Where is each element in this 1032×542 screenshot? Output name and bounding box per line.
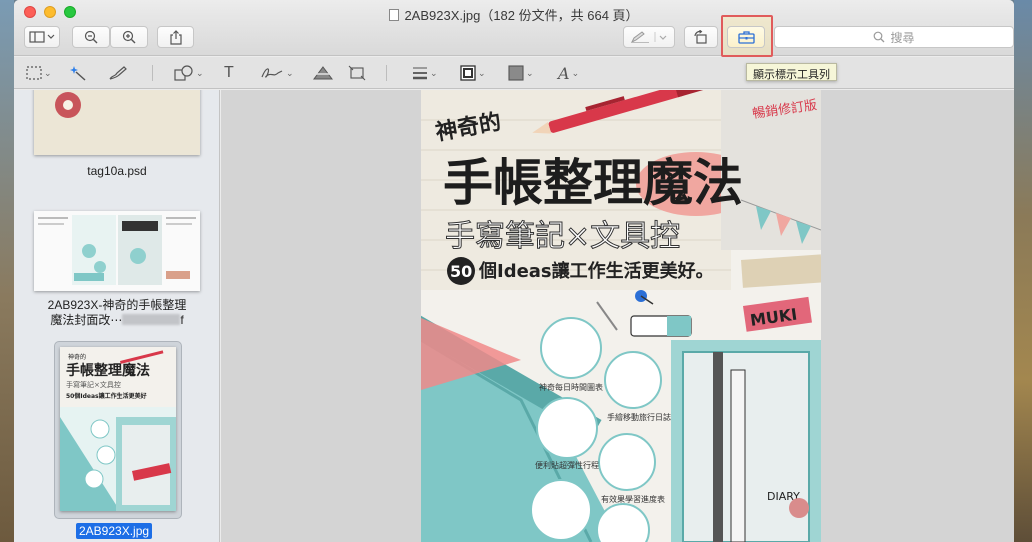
- thumbnail-label-suffix: f: [180, 313, 184, 327]
- text-tool[interactable]: T: [224, 63, 234, 83]
- adjust-color-tool[interactable]: [312, 63, 334, 83]
- shapes-icon: [174, 65, 193, 81]
- border-color-icon: [460, 65, 476, 81]
- text-style-icon: A: [558, 63, 570, 83]
- markup-toolbar: ⌄ ⌄ T ⌄ ⌄ ⌄ ⌄ A ⌄: [14, 57, 1014, 89]
- rotate-button[interactable]: [684, 26, 718, 48]
- sidebar-toggle-button[interactable]: [24, 26, 60, 48]
- cover-tagline: 個Ideas讓工作生活更美好。: [478, 260, 714, 282]
- instant-alpha-icon: [70, 66, 86, 81]
- svg-text:手帳整理魔法: 手帳整理魔法: [66, 362, 150, 379]
- thumbnail-label: 2AB923X-神奇的手帳整理 魔法封面改⋯ f: [14, 298, 219, 328]
- sidebar-icon: [29, 31, 55, 43]
- checklist-item: 手繪移動旅行日誌: [607, 412, 671, 422]
- desktop-background-left: [0, 0, 14, 542]
- window-title: 2AB923X.jpg（182 份文件，共 664 頁）: [404, 8, 639, 23]
- toolbox-icon: [737, 30, 755, 44]
- adjust-size-icon: [348, 65, 366, 81]
- svg-text:神奇的: 神奇的: [68, 353, 86, 361]
- cover-draft-thumbnail-image: [34, 211, 200, 291]
- fill-color-tool[interactable]: ⌄: [508, 63, 534, 83]
- document-icon: [389, 9, 400, 21]
- cover-title: 手帳整理魔法: [443, 154, 743, 212]
- text-style-tool[interactable]: A ⌄: [558, 63, 579, 83]
- instant-alpha-tool[interactable]: [70, 63, 88, 83]
- toolbar-divider: [386, 65, 387, 81]
- show-markup-toolbar-button[interactable]: [727, 26, 765, 48]
- desktop-background-right: [1014, 0, 1032, 542]
- search-placeholder: 搜尋: [890, 30, 915, 45]
- redacted-text: [122, 314, 181, 325]
- selection-icon: [26, 66, 42, 80]
- share-icon: [169, 29, 182, 45]
- svg-text:手寫筆記×文具控: 手寫筆記×文具控: [66, 380, 121, 389]
- thumbnail-label-line2: 魔法封面改⋯: [50, 313, 123, 327]
- zoom-out-button[interactable]: [72, 26, 110, 48]
- pen-icon: [630, 31, 667, 43]
- cover-artwork: 暢銷修訂版 神奇的 手帳整理魔法 手寫筆記×文具控 50 個Ideas讓工作生活…: [421, 90, 821, 542]
- checklist-item: 神奇每日時間圖表: [539, 382, 603, 392]
- thumbnail-2ab923x[interactable]: 神奇的 手帳整理魔法 手寫筆記×文具控 50個Ideas讓工作生活更美好: [60, 347, 176, 511]
- zoom-out-icon: [84, 30, 98, 44]
- sketch-tool[interactable]: [108, 63, 128, 83]
- svg-text:50個Ideas讓工作生活更美好: 50個Ideas讓工作生活更美好: [66, 392, 147, 400]
- zoom-in-button[interactable]: [110, 26, 148, 48]
- sign-tool[interactable]: ⌄: [260, 63, 294, 83]
- adjust-size-tool[interactable]: [348, 63, 366, 83]
- tag-thumbnail-image: [34, 90, 200, 155]
- preview-window: 2AB923X.jpg（182 份文件，共 664 頁） 搜尋 ⌄ ⌄ T ⌄ …: [14, 0, 1014, 542]
- thumbnail-cover-draft[interactable]: [34, 211, 200, 291]
- border-color-tool[interactable]: ⌄: [460, 63, 486, 83]
- selected-thumbnail-label: 2AB923X.jpg: [76, 523, 153, 539]
- search-field[interactable]: 搜尋: [774, 26, 1014, 48]
- cover-thumbnail-image: 神奇的 手帳整理魔法 手寫筆記×文具控 50個Ideas讓工作生活更美好: [60, 347, 176, 511]
- document-canvas[interactable]: 暢銷修訂版 神奇的 手帳整理魔法 手寫筆記×文具控 50 個Ideas讓工作生活…: [221, 90, 1014, 542]
- cover-number: 50: [450, 262, 472, 281]
- line-style-icon: [413, 67, 427, 80]
- adjust-color-icon: [313, 66, 333, 80]
- book-cover-image: 暢銷修訂版 神奇的 手帳整理魔法 手寫筆記×文具控 50 個Ideas讓工作生活…: [421, 90, 821, 542]
- zoom-in-icon: [122, 30, 136, 44]
- rotate-icon: [694, 30, 707, 44]
- thumbnail-sidebar[interactable]: tag10a.psd 2AB923X-神奇的手帳整理 魔法封面改⋯ f 神奇的 …: [14, 90, 220, 542]
- cover-subtitle: 手寫筆記×文具控: [445, 219, 680, 254]
- sign-icon: [261, 68, 283, 78]
- markup-pen-button[interactable]: [623, 26, 675, 48]
- toolbar-divider: [152, 65, 153, 81]
- share-button[interactable]: [157, 26, 194, 48]
- titlebar: 2AB923X.jpg（182 份文件，共 664 頁） 搜尋: [14, 0, 1014, 57]
- sketch-icon: [109, 66, 127, 80]
- shapes-tool[interactable]: ⌄: [174, 63, 204, 83]
- text-icon: T: [224, 64, 234, 81]
- search-icon: [874, 31, 885, 43]
- window-title-area: 2AB923X.jpg（182 份文件，共 664 頁）: [14, 5, 1014, 24]
- checklist-item: 便利貼超彈性行程: [535, 460, 599, 470]
- thumbnail-label-line1: 2AB923X-神奇的手帳整理: [47, 298, 187, 312]
- thumbnail-tag10a[interactable]: [34, 90, 200, 155]
- thumbnail-label: tag10a.psd: [87, 164, 147, 178]
- fill-color-icon: [508, 65, 524, 81]
- checklist-item: 有效果學習進度表: [601, 494, 665, 504]
- selection-tool[interactable]: ⌄: [26, 63, 52, 83]
- tooltip: 顯示標示工具列: [746, 63, 837, 81]
- line-style-tool[interactable]: ⌄: [412, 63, 438, 83]
